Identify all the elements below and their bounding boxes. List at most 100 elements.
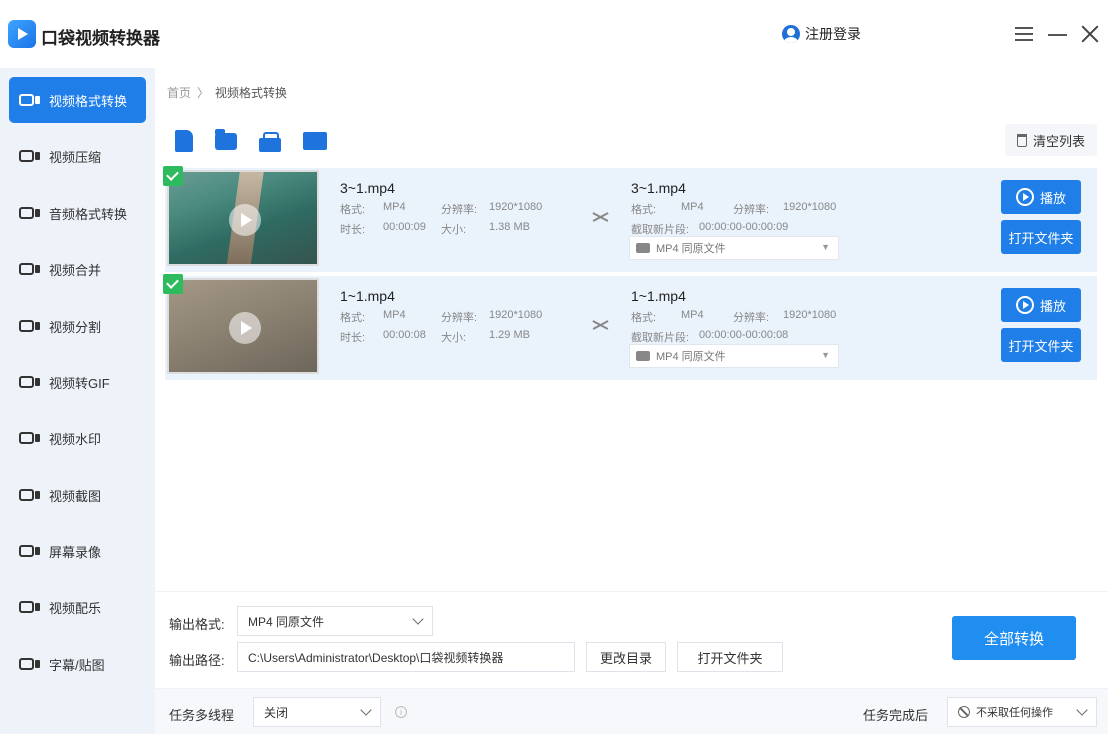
sidebar: 视频格式转换 视频压缩 音频格式转换 视频合并 视频分割 视频转GIF 视频水印… — [0, 68, 155, 734]
chevron-down-icon — [412, 613, 424, 625]
sidebar-item-label: 视频水印 — [49, 431, 102, 447]
open-output-folder-label: 打开文件夹 — [697, 650, 763, 666]
video-screenshot-icon — [19, 486, 41, 504]
play-icon[interactable] — [229, 312, 261, 344]
play-label: 播放 — [1039, 298, 1066, 314]
output-resolution: 1920*1080 — [783, 201, 837, 213]
close-icon[interactable] — [1078, 22, 1102, 46]
after-completion-label: 任务完成后 — [863, 708, 929, 723]
multithread-dropdown[interactable]: 关闭 — [253, 697, 381, 727]
resolution-label: 分辨率: — [441, 204, 478, 216]
login-button[interactable]: 注册登录 — [782, 24, 861, 44]
clear-list-label: 清空列表 — [1032, 133, 1085, 149]
sidebar-item-screen-record[interactable]: 屏幕录像 — [9, 528, 146, 574]
file-row: 3~1.mp4 格式: MP4 分辨率: 1920*1080 时长: 00:00… — [163, 166, 1097, 272]
source-size: 1.38 MB — [489, 221, 530, 233]
convert-all-button[interactable]: 全部转换 — [952, 616, 1076, 660]
open-folder-label: 打开文件夹 — [1008, 338, 1074, 354]
video-thumbnail[interactable] — [167, 170, 319, 266]
sidebar-item-label: 视频压缩 — [49, 149, 102, 165]
source-format: MP4 — [383, 309, 406, 321]
format-label: 格式: — [340, 312, 366, 324]
chevron-down-icon — [1076, 704, 1088, 716]
video-icon — [636, 243, 650, 253]
sidebar-item-audio-convert[interactable]: 音频格式转换 — [9, 190, 146, 236]
sidebar-item-video-music[interactable]: 视频配乐 — [9, 584, 146, 630]
resolution-label: 分辨率: — [441, 312, 478, 324]
checkbox-checked-icon[interactable] — [163, 274, 183, 294]
menu-icon[interactable] — [1012, 22, 1036, 46]
source-file-name: 3~1.mp4 — [340, 180, 395, 196]
sidebar-item-video-gif[interactable]: 视频转GIF — [9, 359, 146, 405]
sidebar-item-label: 视频格式转换 — [49, 93, 128, 109]
video-watermark-icon — [19, 429, 41, 447]
monitor-icon[interactable] — [303, 132, 327, 150]
cut-range[interactable]: 00:00:00-00:00:09 — [699, 221, 788, 233]
video-compress-icon — [19, 147, 41, 165]
after-completion-dropdown[interactable]: 不采取任何操作 — [947, 697, 1097, 727]
video-icon — [636, 351, 650, 361]
output-format-select[interactable]: MP4 同原文件 ▼ — [629, 344, 839, 368]
resolution-label: 分辨率: — [733, 312, 770, 324]
size-label: 大小: — [441, 332, 467, 344]
output-format-dropdown[interactable]: MP4 同原文件 — [237, 606, 433, 636]
output-format: MP4 — [681, 201, 704, 213]
sidebar-item-video-watermark[interactable]: 视频水印 — [9, 415, 146, 461]
sidebar-item-label: 视频配乐 — [49, 600, 102, 616]
sidebar-item-label: 屏幕录像 — [49, 544, 102, 560]
source-file-name: 1~1.mp4 — [340, 288, 395, 304]
format-label: 格式: — [340, 204, 366, 216]
sidebar-item-video-compress[interactable]: 视频压缩 — [9, 133, 146, 179]
subtitle-sticker-icon — [19, 655, 41, 673]
shop-icon[interactable] — [259, 132, 281, 152]
open-folder-button[interactable]: 打开文件夹 — [1001, 328, 1081, 362]
login-label: 注册登录 — [805, 26, 861, 42]
play-button[interactable]: 播放 — [1001, 288, 1081, 322]
after-completion-value: 不采取任何操作 — [976, 707, 1053, 719]
source-duration: 00:00:09 — [383, 221, 426, 233]
play-button[interactable]: 播放 — [1001, 180, 1081, 214]
change-directory-button[interactable]: 更改目录 — [586, 642, 666, 672]
footer-bar: 任务多线程 关闭 i 任务完成后 不采取任何操作 — [155, 688, 1108, 734]
dropdown-arrow-icon: ▼ — [821, 350, 830, 360]
clear-list-button[interactable]: 清空列表 — [1005, 124, 1097, 156]
dropdown-arrow-icon: ▼ — [821, 242, 830, 252]
sidebar-item-label: 视频分割 — [49, 319, 102, 335]
sidebar-item-subtitle-sticker[interactable]: 字幕/贴图 — [9, 641, 146, 687]
sidebar-item-label: 字幕/贴图 — [49, 657, 105, 673]
info-icon[interactable]: i — [395, 706, 407, 718]
sidebar-item-label: 音频格式转换 — [49, 206, 128, 222]
output-path-label: 输出路径: — [169, 653, 225, 668]
sidebar-item-video-merge[interactable]: 视频合并 — [9, 246, 146, 292]
breadcrumb-home[interactable]: 首页 — [167, 84, 191, 101]
add-file-icon[interactable] — [175, 130, 193, 152]
resolution-label: 分辨率: — [733, 204, 770, 216]
checkbox-checked-icon[interactable] — [163, 166, 183, 186]
multithread-value: 关闭 — [264, 705, 289, 720]
format-label: 格式: — [631, 312, 657, 324]
toolbar — [175, 129, 327, 152]
cut-range[interactable]: 00:00:00-00:00:08 — [699, 329, 788, 341]
video-music-icon — [19, 598, 41, 616]
video-merge-icon — [19, 260, 41, 278]
shuffle-icon — [591, 210, 611, 224]
app-logo-icon — [8, 20, 36, 48]
play-circle-icon — [1015, 296, 1034, 314]
sidebar-item-video-convert[interactable]: 视频格式转换 — [9, 77, 146, 123]
sidebar-item-video-split[interactable]: 视频分割 — [9, 303, 146, 349]
play-icon[interactable] — [229, 204, 261, 236]
divider — [155, 591, 1108, 592]
open-output-folder-button[interactable]: 打开文件夹 — [677, 642, 783, 672]
minimize-icon[interactable] — [1046, 22, 1070, 46]
convert-all-label: 全部转换 — [983, 630, 1044, 648]
open-folder-button[interactable]: 打开文件夹 — [1001, 220, 1081, 254]
video-thumbnail[interactable] — [167, 278, 319, 374]
output-path-field[interactable]: C:\Users\Administrator\Desktop\口袋视频转换器 — [237, 642, 575, 672]
sidebar-item-video-screenshot[interactable]: 视频截图 — [9, 472, 146, 518]
screen-record-icon — [19, 542, 41, 560]
output-format-select[interactable]: MP4 同原文件 ▼ — [629, 236, 839, 260]
source-resolution: 1920*1080 — [489, 309, 543, 321]
play-label: 播放 — [1039, 190, 1066, 206]
duration-label: 时长: — [340, 224, 366, 236]
add-folder-icon[interactable] — [215, 129, 237, 150]
